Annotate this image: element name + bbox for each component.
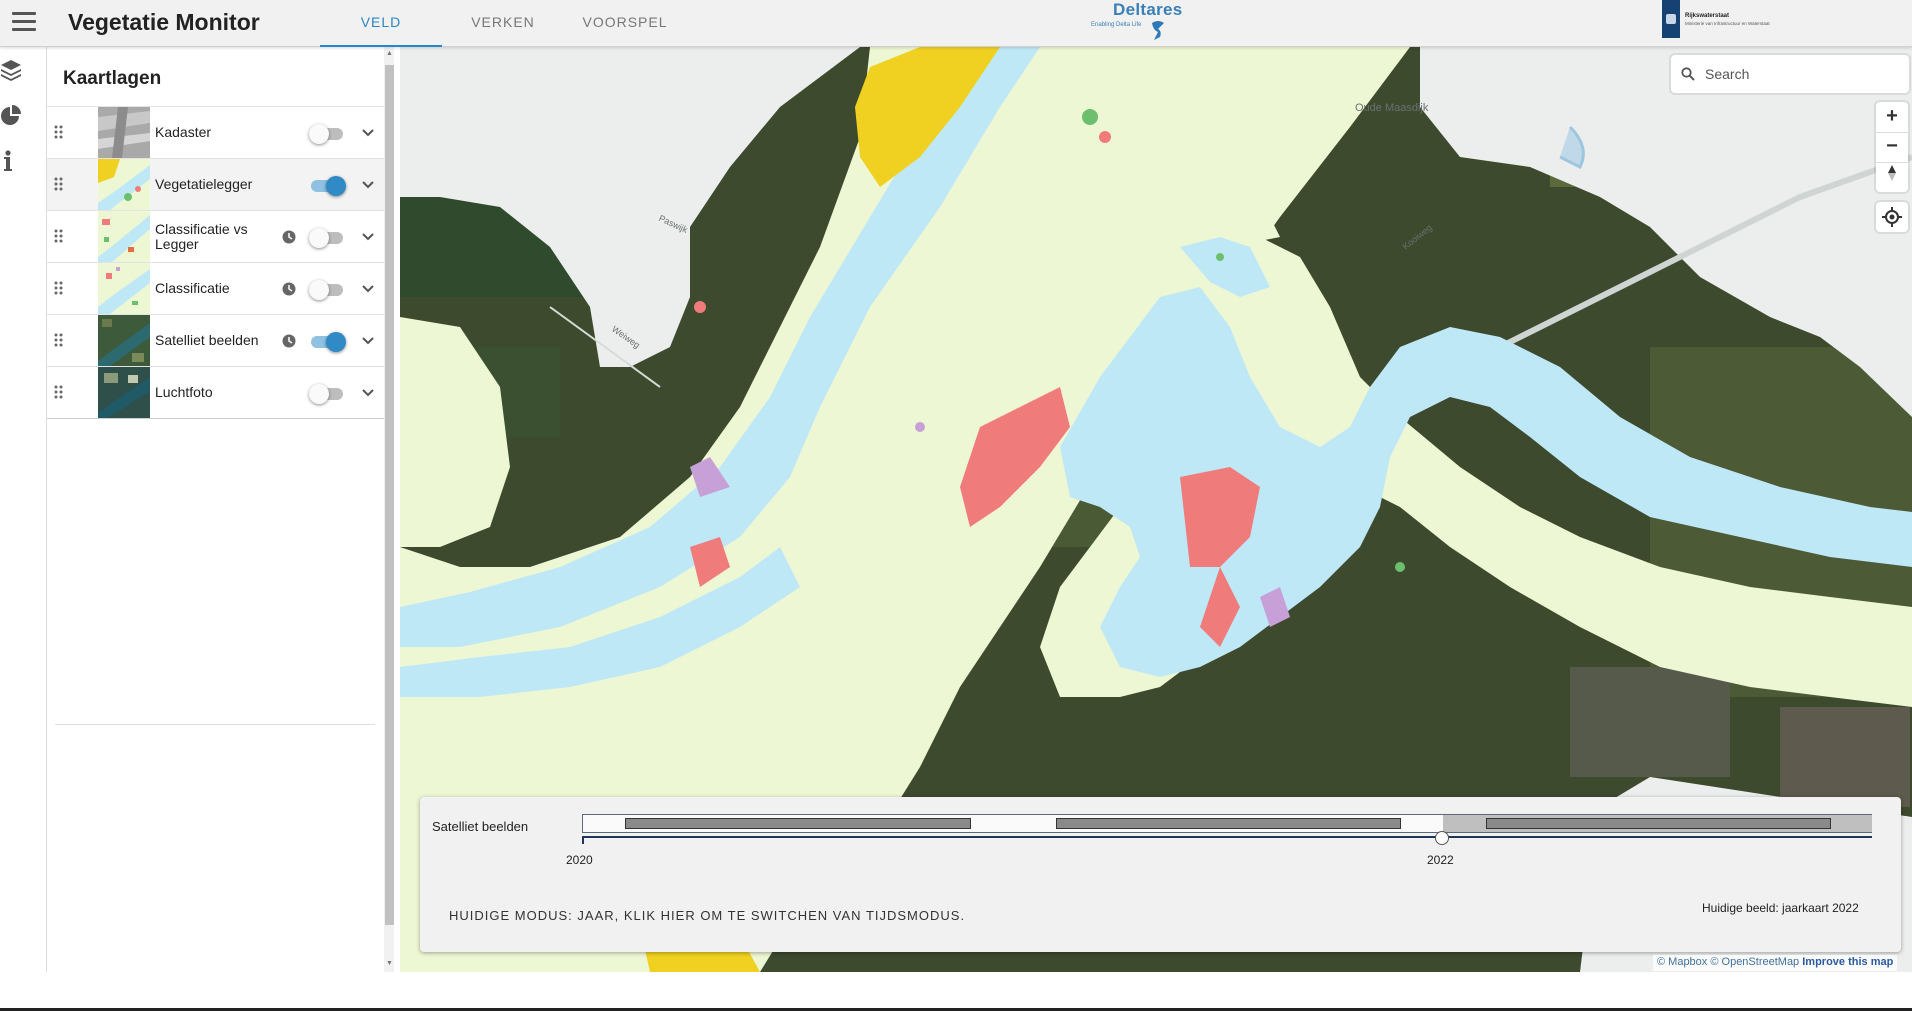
tab-veld[interactable]: VELD <box>320 0 442 47</box>
drag-handle-icon[interactable] <box>54 177 64 191</box>
panel-divider <box>55 724 375 725</box>
layer-list: Kadaster Vegetatielegger Classificatie v… <box>47 106 384 419</box>
layers-icon[interactable] <box>0 57 22 83</box>
tab-voorspel[interactable]: VOORSPEL <box>564 0 686 47</box>
layer-thumbnail <box>98 211 150 262</box>
layer-name: Vegetatielegger <box>155 176 253 192</box>
map-search[interactable] <box>1671 55 1909 93</box>
timeline-panel: Satelliet beelden 2020 2022 HUIDIGE MODU… <box>420 797 1901 952</box>
rws-crest-icon <box>1666 14 1676 24</box>
layer-thumbnail <box>98 107 150 158</box>
chevron-down-icon[interactable] <box>361 178 375 192</box>
timeline-track[interactable] <box>582 814 1872 833</box>
info-icon[interactable] <box>0 147 22 173</box>
left-icon-rail <box>0 47 47 972</box>
osm-attribution-link[interactable]: © OpenStreetMap <box>1710 956 1799 968</box>
rws-logo-name: Rijkswaterstaat <box>1685 13 1730 19</box>
timeline-axis <box>582 836 1872 838</box>
zoom-in-button[interactable]: + <box>1876 102 1908 132</box>
layer-row-kadaster: Kadaster <box>47 106 384 158</box>
layer-panel: Kaartlagen Kadaster Vegetatielegger Clas… <box>47 47 394 972</box>
timeline-layer-label: Satelliet beelden <box>432 819 529 834</box>
current-image-label: Huidige beeld: jaarkaart 2022 <box>1702 901 1859 915</box>
layer-toggle[interactable] <box>309 332 346 352</box>
map-view[interactable]: Oude Maasdijk Kooiweg Paswijk Weiweg + −… <box>400 47 1912 972</box>
compass-button[interactable] <box>1876 162 1908 192</box>
layer-name: Satelliet beelden <box>155 332 259 348</box>
layer-thumbnail <box>98 159 150 210</box>
drag-handle-icon[interactable] <box>54 229 64 243</box>
layer-toggle[interactable] <box>309 124 345 144</box>
chevron-down-icon[interactable] <box>361 126 375 140</box>
clock-icon[interactable] <box>282 282 296 296</box>
page-bottom-strip <box>0 972 1912 1011</box>
layer-toggle[interactable] <box>309 384 345 404</box>
timeline-image-bar[interactable] <box>625 818 971 829</box>
layer-thumbnail <box>98 315 150 366</box>
mapbox-attribution-link[interactable]: © Mapbox <box>1657 956 1707 968</box>
deltares-logo: Deltares Enabling Delta Life <box>1088 0 1188 47</box>
main-tabs: VELD VERKEN VOORSPEL <box>320 0 686 47</box>
layer-row-classificatie: Classificatie <box>47 262 384 314</box>
layer-name: Kadaster <box>155 124 212 140</box>
chevron-down-icon[interactable] <box>361 230 375 244</box>
rijkswaterstaat-logo: Rijkswaterstaat Ministerie van Infrastru… <box>1662 0 1782 38</box>
zoom-out-button[interactable]: − <box>1876 132 1908 162</box>
improve-map-link[interactable]: Improve this map <box>1802 956 1893 968</box>
map-place-label: Oude Maasdijk <box>1355 102 1429 114</box>
search-icon <box>1681 67 1695 81</box>
scroll-down-icon[interactable]: ▼ <box>385 959 394 969</box>
search-input[interactable] <box>1705 64 1895 84</box>
deltares-logo-tagline: Enabling Delta Life <box>1091 22 1142 28</box>
layer-thumbnail <box>98 263 150 314</box>
timeline-year-label: 2020 <box>566 853 593 867</box>
drag-handle-icon[interactable] <box>54 385 64 399</box>
layer-toggle[interactable] <box>309 228 345 248</box>
clock-icon[interactable] <box>282 230 296 244</box>
layer-thumbnail <box>98 367 150 418</box>
layer-name: Classificatie <box>155 280 230 296</box>
timeline-image-bar[interactable] <box>1486 818 1831 829</box>
tab-verken[interactable]: VERKEN <box>442 0 564 47</box>
menu-icon[interactable] <box>12 12 36 32</box>
layer-name: Luchtfoto <box>155 384 213 400</box>
deltares-logo-name: Deltares <box>1113 0 1183 19</box>
layer-toggle[interactable] <box>309 176 346 196</box>
geolocate-button[interactable] <box>1876 202 1908 232</box>
map-attribution: © Mapbox © OpenStreetMap Improve this ma… <box>1653 955 1898 971</box>
rws-logo-subtitle: Ministerie van Infrastructuur en Waterst… <box>1685 21 1770 26</box>
chevron-down-icon[interactable] <box>361 334 375 348</box>
layer-row-vegetatielegger: Vegetatielegger <box>47 158 384 210</box>
timeline-year-label: 2022 <box>1427 853 1454 867</box>
deltares-wave-icon <box>1152 21 1164 40</box>
layer-name: Classificatie vs Legger <box>155 220 248 252</box>
chevron-down-icon[interactable] <box>361 386 375 400</box>
layer-toggle[interactable] <box>309 280 345 300</box>
zoom-controls: + − <box>1876 102 1908 192</box>
chevron-down-icon[interactable] <box>361 282 375 296</box>
timeline-axis-tick <box>582 836 584 844</box>
drag-handle-icon[interactable] <box>54 281 64 295</box>
panel-title: Kaartlagen <box>63 68 162 89</box>
drag-handle-icon[interactable] <box>54 333 64 347</box>
drag-handle-icon[interactable] <box>54 125 64 139</box>
panel-scrollbar-thumb[interactable] <box>385 65 394 925</box>
top-bar: Vegetatie Monitor VELD VERKEN VOORSPEL D… <box>0 0 1912 47</box>
clock-icon[interactable] <box>282 334 296 348</box>
app-title: Vegetatie Monitor <box>68 9 260 35</box>
compass-icon <box>1888 165 1896 181</box>
timeline-handle[interactable] <box>1435 831 1449 845</box>
layer-row-luchtfoto: Luchtfoto <box>47 366 384 418</box>
layer-row-satelliet-beelden: Satelliet beelden <box>47 314 384 366</box>
timeline-image-bar[interactable] <box>1056 818 1401 829</box>
scroll-up-icon[interactable]: ▲ <box>385 49 394 59</box>
pie-chart-icon[interactable] <box>0 103 22 129</box>
geolocate-icon <box>1882 207 1902 227</box>
time-mode-switch[interactable]: HUIDIGE MODUS: JAAR, KLIK HIER OM TE SWI… <box>449 908 965 923</box>
layer-row-classificatie-vs-legger: Classificatie vs Legger <box>47 210 384 262</box>
app-window: Vegetatie Monitor VELD VERKEN VOORSPEL D… <box>0 0 1912 972</box>
